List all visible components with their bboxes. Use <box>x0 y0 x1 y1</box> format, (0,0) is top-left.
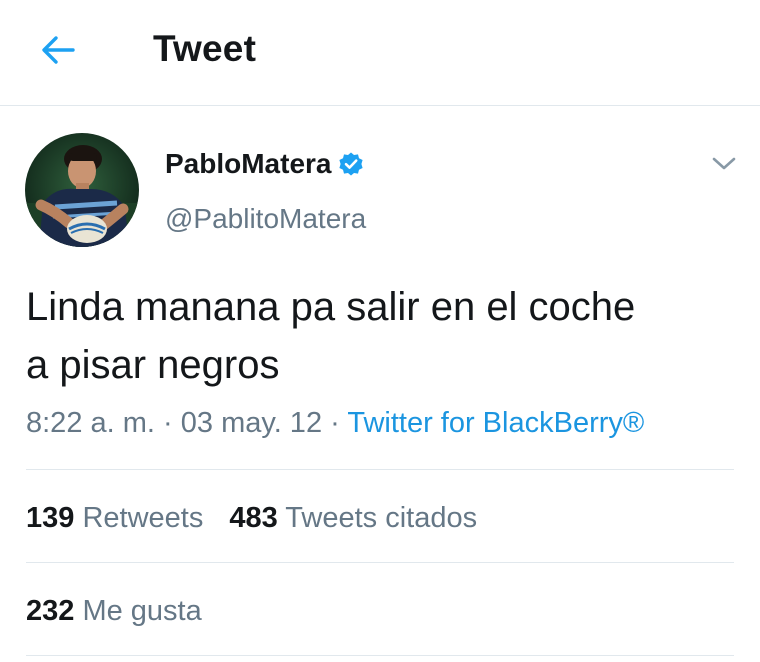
more-options-button[interactable] <box>708 150 740 178</box>
retweets-stat[interactable]: 139 Retweets <box>26 499 203 537</box>
quotes-count: 483 <box>229 502 278 534</box>
avatar[interactable] <box>25 133 139 247</box>
quotes-stat[interactable]: 483 Tweets citados <box>229 499 477 537</box>
likes-count: 232 <box>26 595 75 627</box>
top-bar: Tweet <box>0 0 760 106</box>
tweet-text-line: a pisar negros <box>26 343 280 387</box>
meta-separator: · <box>322 407 348 439</box>
tweet-meta: 8:22 a. m. · 03 may. 12 · Twitter for Bl… <box>26 404 644 442</box>
likes-label: Me gusta <box>82 595 202 627</box>
quotes-label: Tweets citados <box>285 502 478 534</box>
chevron-down-icon <box>712 157 736 170</box>
profile-photo <box>25 133 139 247</box>
tweet-text: Linda manana pa salir en el coche a pisa… <box>26 278 746 394</box>
stats-row: 139 Retweets 483 Tweets citados <box>26 499 477 537</box>
author-name-row[interactable]: PabloMatera <box>165 146 364 182</box>
author-handle[interactable]: @PablitoMatera <box>165 201 366 237</box>
meta-separator: · <box>154 407 181 439</box>
author-display-name: PabloMatera <box>165 148 332 179</box>
divider <box>26 655 734 656</box>
tweet-time[interactable]: 8:22 a. m. <box>26 407 155 439</box>
retweets-count: 139 <box>26 502 75 534</box>
verified-badge-icon <box>338 151 364 177</box>
back-button[interactable] <box>36 28 80 72</box>
tweet-text-line: Linda manana pa salir en el coche <box>26 285 636 329</box>
retweets-label: Retweets <box>82 502 204 534</box>
arrow-left-icon <box>42 36 75 64</box>
page-title: Tweet <box>153 28 257 69</box>
tweet-date[interactable]: 03 may. 12 <box>181 407 322 439</box>
tweet-source-link[interactable]: Twitter for BlackBerry® <box>347 407 644 439</box>
divider <box>26 469 734 470</box>
likes-row: 232 Me gusta <box>26 592 202 630</box>
likes-stat[interactable]: 232 Me gusta <box>26 592 202 630</box>
divider <box>26 562 734 563</box>
